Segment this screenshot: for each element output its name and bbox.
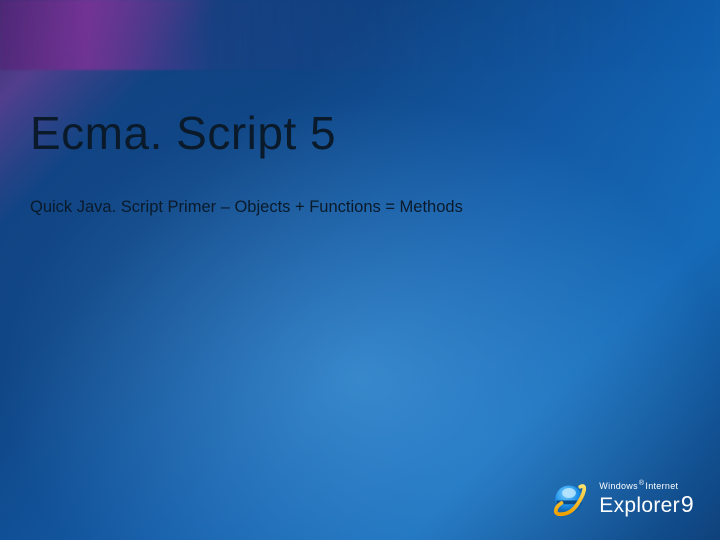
logo-line2: Explorer9: [599, 493, 694, 516]
logo-explorer-word: Explorer: [599, 494, 680, 517]
ie9-logo: Windows®Internet Explorer9: [549, 478, 694, 518]
logo-internet-word: Internet: [645, 481, 678, 491]
logo-windows-word: Windows: [599, 481, 638, 491]
logo-line1: Windows®Internet: [599, 480, 694, 491]
registered-mark: ®: [639, 480, 644, 487]
slide-title: Ecma. Script 5: [30, 106, 336, 160]
logo-version-number: 9: [681, 491, 694, 517]
internet-explorer-icon: [549, 478, 589, 518]
top-accent-band: [0, 0, 720, 70]
logo-text: Windows®Internet Explorer9: [599, 480, 694, 516]
slide-subtitle: Quick Java. Script Primer – Objects + Fu…: [30, 198, 463, 217]
slide: Ecma. Script 5 Quick Java. Script Primer…: [0, 0, 720, 540]
